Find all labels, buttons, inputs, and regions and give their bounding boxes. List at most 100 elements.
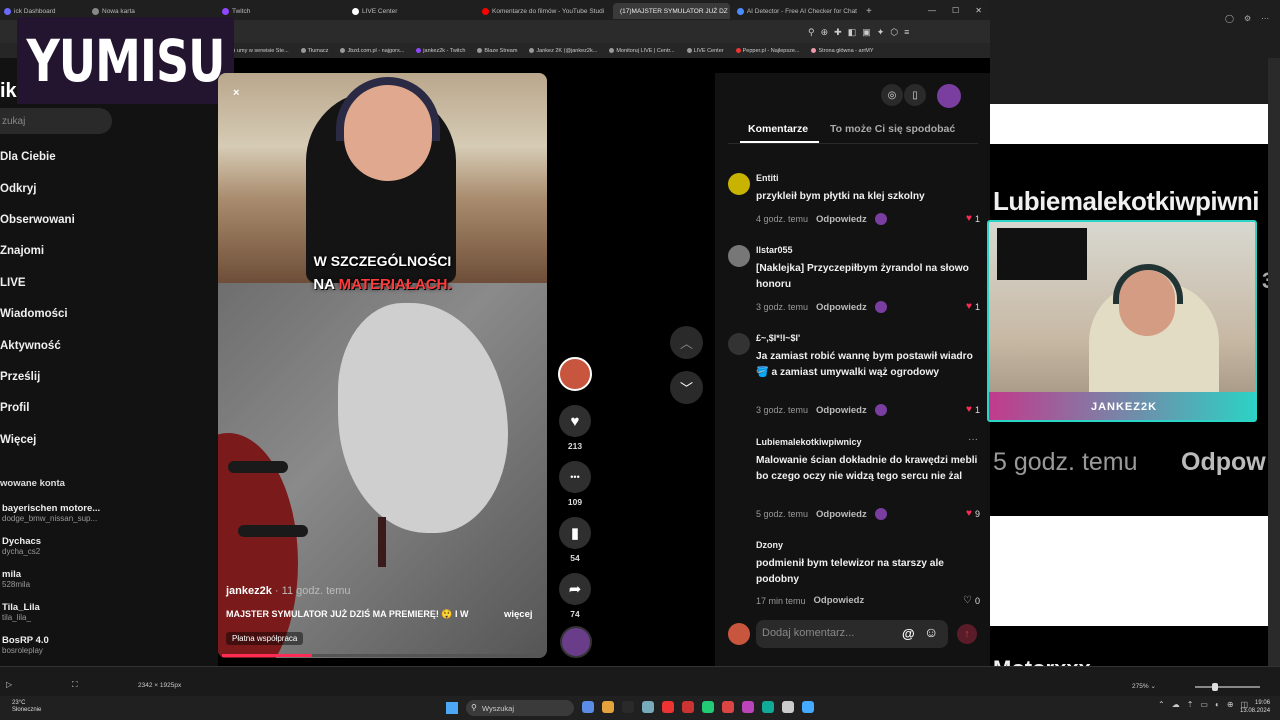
- comment-like-button[interactable]: ♥ 9: [966, 508, 980, 519]
- save-button[interactable]: ▮ 54: [558, 517, 592, 563]
- comment-username[interactable]: Dzony: [756, 540, 783, 550]
- bookmark-item[interactable]: Pepper.pl - Najlepsze...: [735, 48, 799, 54]
- play-icon[interactable]: ▷: [6, 680, 12, 689]
- more-icon[interactable]: ⋯: [1261, 14, 1269, 23]
- comment-like-button[interactable]: ♥ 1: [966, 213, 980, 224]
- comment-username[interactable]: Ilstar055: [756, 245, 793, 255]
- taskbar-app-icon[interactable]: [662, 701, 674, 713]
- music-disc[interactable]: [560, 626, 592, 658]
- account-item[interactable]: Dychacs dycha_cs2: [2, 536, 41, 556]
- comment-username[interactable]: Lubiemalekotkiwpiwnicy: [756, 437, 862, 447]
- account-item[interactable]: bayerischen motore... dodge_bmw_nissan_su…: [2, 503, 100, 523]
- network-icon[interactable]: ⊕: [1227, 700, 1234, 709]
- extension-icon[interactable]: ◧: [848, 27, 857, 38]
- account-item[interactable]: Tila_Lila tila_lila_: [2, 602, 40, 622]
- tab-tiktok-active[interactable]: (17)MAJSTER SYMULATOR JUŻ DZ×: [613, 3, 730, 19]
- avatar[interactable]: [728, 437, 750, 459]
- tab-youtube-studio[interactable]: Komentarze do filmów - YouTube Studi: [478, 3, 613, 19]
- bookmark-item[interactable]: Jbzd.com.pl - najgors...: [340, 48, 404, 54]
- new-tab-button[interactable]: +: [862, 3, 876, 19]
- user-avatar[interactable]: [937, 84, 961, 108]
- tab-live-center[interactable]: LIVE Center: [348, 3, 478, 19]
- video-author[interactable]: jankez2k · 11 godz. temu: [226, 585, 351, 597]
- more-link[interactable]: więcej: [504, 609, 533, 620]
- upload-icon[interactable]: ⇡: [1187, 700, 1194, 709]
- send-icon[interactable]: ↑: [957, 624, 977, 644]
- extension-icon[interactable]: ▣: [862, 27, 871, 38]
- taskbar-app-icon[interactable]: [602, 701, 614, 713]
- nav-activity[interactable]: Aktywność: [0, 340, 61, 352]
- taskbar-app-icon[interactable]: [682, 701, 694, 713]
- taskbar-app-icon[interactable]: [762, 701, 774, 713]
- maximize-button[interactable]: ☐: [952, 6, 959, 15]
- taskbar-app-icon[interactable]: [782, 701, 794, 713]
- close-window-button[interactable]: ✕: [975, 6, 982, 15]
- close-icon[interactable]: ×: [233, 87, 239, 99]
- taskbar-search-input[interactable]: Wyszukaj: [466, 700, 574, 716]
- like-button[interactable]: ♥ 213: [558, 405, 592, 451]
- reply-button[interactable]: Odpowiedz: [816, 509, 867, 520]
- taskbar-app-icon[interactable]: [722, 701, 734, 713]
- creator-avatar[interactable]: [558, 357, 592, 391]
- comment-button[interactable]: ••• 109: [558, 461, 592, 507]
- taskbar-app-icon[interactable]: [642, 701, 654, 713]
- comment-username[interactable]: Entiti: [756, 173, 779, 183]
- emoji-icon[interactable]: ☺: [924, 624, 938, 640]
- zoom-slider-handle[interactable]: [1212, 683, 1218, 691]
- next-video-button[interactable]: ﹀: [670, 371, 703, 404]
- bookmark-item[interactable]: Monitoruj LIVE | Centr...: [609, 48, 675, 54]
- author-name[interactable]: jankez2k: [226, 585, 272, 597]
- tab-comments[interactable]: Komentarze: [748, 123, 808, 135]
- avatar[interactable]: [728, 173, 750, 195]
- bookmark-item[interactable]: umy w serwisie Ste...: [230, 48, 289, 54]
- taskbar-app-icon[interactable]: [702, 701, 714, 713]
- bookmark-item[interactable]: jankez2k - Twitch: [416, 48, 465, 54]
- weather-widget[interactable]: 23°C Słonecznie: [12, 700, 41, 714]
- bookmark-item[interactable]: Tłumacz: [300, 48, 328, 54]
- taskbar-app-icon[interactable]: [802, 701, 814, 713]
- settings-icon[interactable]: ⚙: [1244, 14, 1251, 23]
- menu-icon[interactable]: ≡: [904, 27, 909, 37]
- comment-username[interactable]: £~,$I*!I~$I': [756, 333, 800, 343]
- taskbar-app-icon[interactable]: [622, 701, 634, 713]
- extension-icon[interactable]: ✚: [834, 27, 842, 38]
- add-comment-input[interactable]: Dodaj komentarz...: [756, 620, 948, 648]
- translate-icon[interactable]: ⚲: [808, 27, 815, 38]
- bookmark-item[interactable]: Strona główna - arrMY: [811, 48, 874, 54]
- taskbar-clock[interactable]: 19:06 13.08.2024: [1240, 699, 1270, 715]
- nav-more[interactable]: Więcej: [0, 434, 36, 446]
- windows-start-icon[interactable]: [446, 702, 458, 714]
- avatar[interactable]: [728, 333, 750, 355]
- shield-icon[interactable]: ⬡: [890, 27, 898, 38]
- display-icon[interactable]: ▭: [1200, 700, 1208, 709]
- bookmark-item[interactable]: Blaze Stream: [477, 48, 517, 54]
- account-item[interactable]: BosRP 4.0 bosroleplay: [2, 635, 49, 655]
- share-button[interactable]: ➦ 74: [558, 573, 592, 619]
- video-player[interactable]: W SZCZEGÓLNOŚCI NA MATERIAŁACH. jankez2k…: [218, 73, 547, 658]
- cloud-icon[interactable]: ☁: [1172, 700, 1180, 709]
- comment-like-button[interactable]: ♥ 1: [966, 301, 980, 312]
- extension-icon[interactable]: ✦: [877, 27, 885, 38]
- nav-upload[interactable]: Prześlij: [0, 371, 40, 383]
- previous-video-button[interactable]: ︿: [670, 326, 703, 359]
- minimize-button[interactable]: —: [928, 6, 936, 15]
- zoom-icon[interactable]: ⊕: [821, 27, 829, 38]
- taskbar-app-icon[interactable]: [742, 701, 754, 713]
- selection-icon[interactable]: ⛶: [72, 680, 78, 690]
- tray-expand-icon[interactable]: ⌃: [1158, 700, 1165, 709]
- nav-friends[interactable]: Znajomi: [0, 245, 44, 257]
- video-progress-bar[interactable]: [222, 654, 543, 657]
- zoom-slider[interactable]: [1195, 686, 1260, 688]
- reply-button[interactable]: Odpowiedz: [816, 302, 867, 313]
- nav-live[interactable]: LIVE: [0, 277, 26, 289]
- mention-icon[interactable]: @: [902, 626, 915, 641]
- tiktok-logo[interactable]: ik: [0, 80, 17, 103]
- comment-like-button[interactable]: ♥ 1: [966, 404, 980, 415]
- bookmark-item[interactable]: LIVE Center: [686, 48, 724, 54]
- nav-explore[interactable]: Odkryj: [0, 183, 36, 195]
- tray-app-icon[interactable]: ◐: [1215, 700, 1220, 709]
- share-link-icon[interactable]: ◎: [881, 84, 903, 106]
- user-icon[interactable]: ◯: [1225, 14, 1234, 23]
- device-icon[interactable]: ▯: [904, 84, 926, 106]
- taskbar-app-icon[interactable]: [582, 701, 594, 713]
